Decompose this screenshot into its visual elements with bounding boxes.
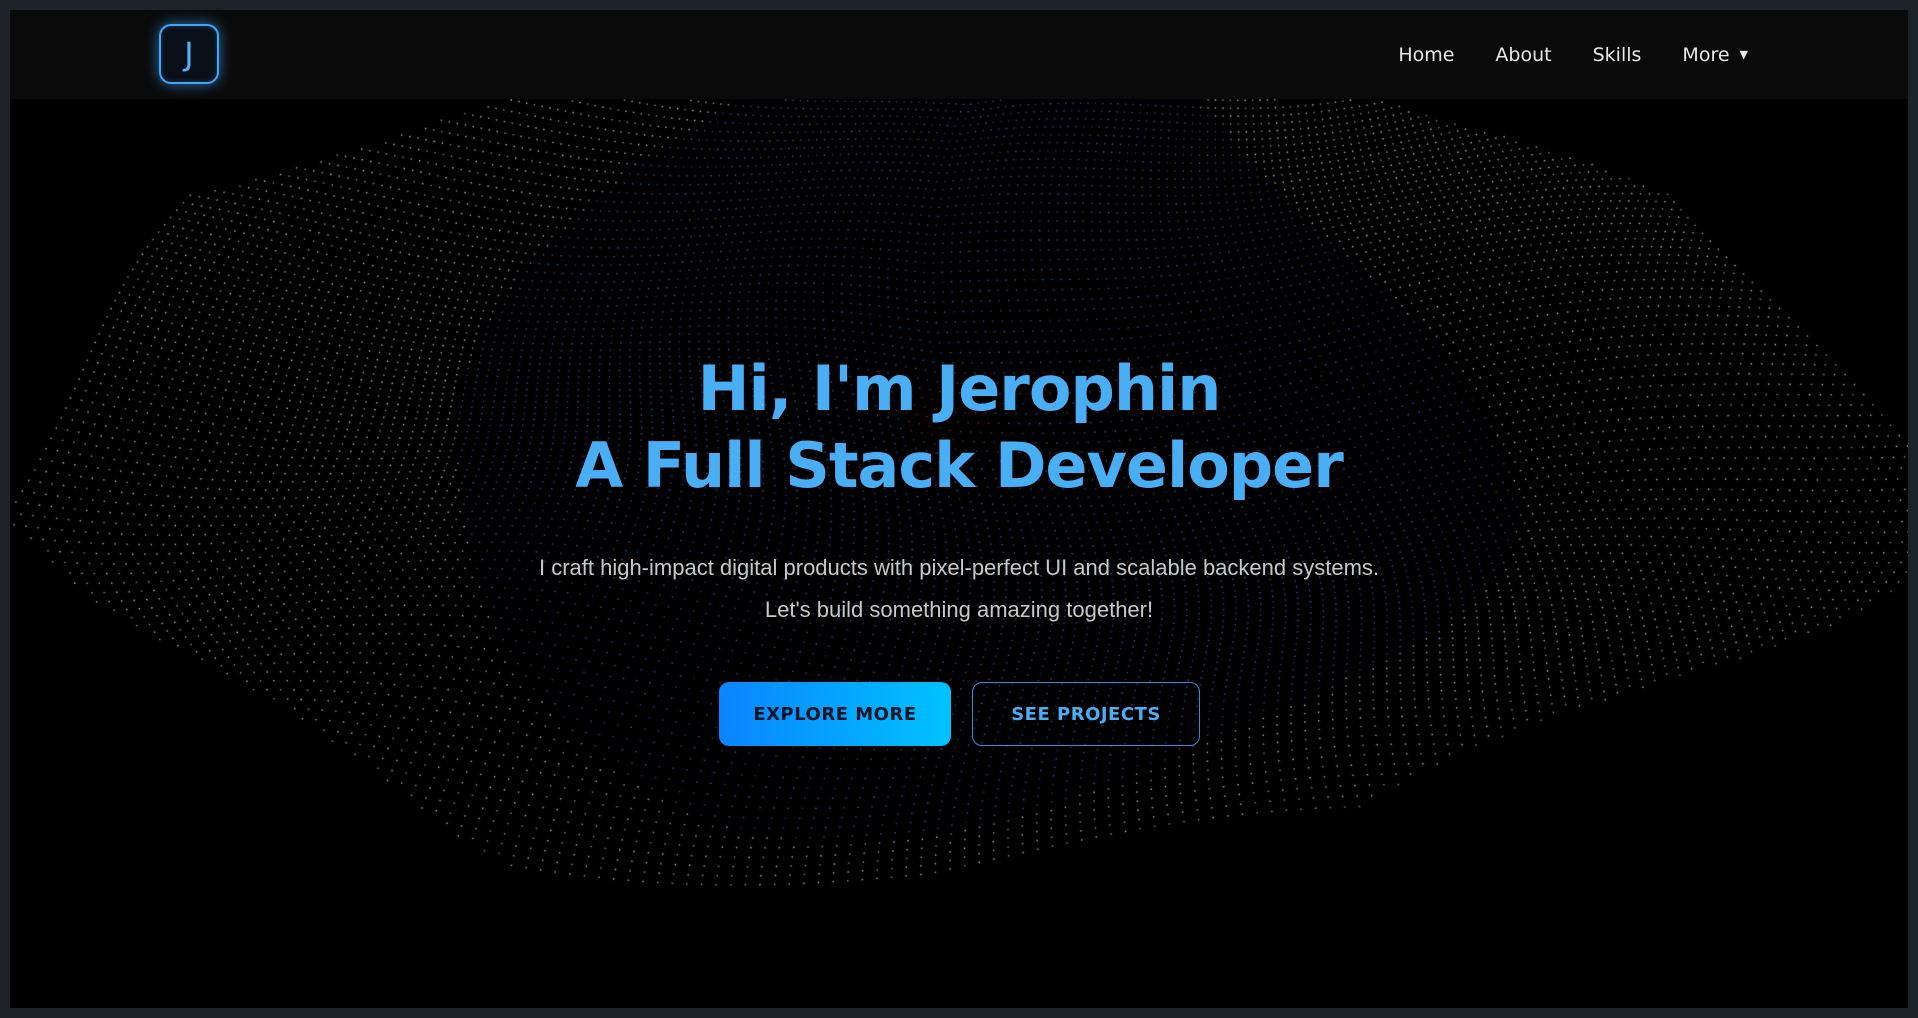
nav-link-home-label: Home bbox=[1398, 44, 1454, 66]
logo-button[interactable]: J bbox=[159, 24, 219, 84]
nav-link-skills[interactable]: Skills bbox=[1593, 44, 1642, 66]
nav-links: Home About Skills More ▼ bbox=[1357, 10, 1748, 99]
hero-headline-greeting: Hi, I'm Jerophin bbox=[10, 352, 1908, 426]
hero-subtitle: I craft high-impact digital products wit… bbox=[530, 547, 1388, 631]
nav-dropdown-more[interactable]: More ▼ bbox=[1682, 44, 1748, 66]
navbar: J Home About Skills More ▼ bbox=[10, 10, 1908, 99]
nav-link-home[interactable]: Home bbox=[1398, 44, 1454, 66]
see-projects-button[interactable]: SEE PROJECTS bbox=[972, 682, 1200, 746]
nav-link-about[interactable]: About bbox=[1495, 44, 1551, 66]
nav-link-more-label: More bbox=[1682, 44, 1729, 66]
app-window: J Home About Skills More ▼ Hi, I'm Jerop… bbox=[10, 10, 1908, 1008]
hero-headline-role: A Full Stack Developer bbox=[10, 429, 1908, 503]
nav-link-about-label: About bbox=[1495, 44, 1551, 66]
see-projects-label: SEE PROJECTS bbox=[1011, 704, 1161, 725]
caret-down-icon: ▼ bbox=[1740, 48, 1748, 61]
nav-link-skills-label: Skills bbox=[1593, 44, 1642, 66]
logo-letter: J bbox=[184, 35, 193, 73]
explore-more-button[interactable]: EXPLORE MORE bbox=[719, 682, 951, 746]
explore-more-label: EXPLORE MORE bbox=[753, 704, 916, 725]
